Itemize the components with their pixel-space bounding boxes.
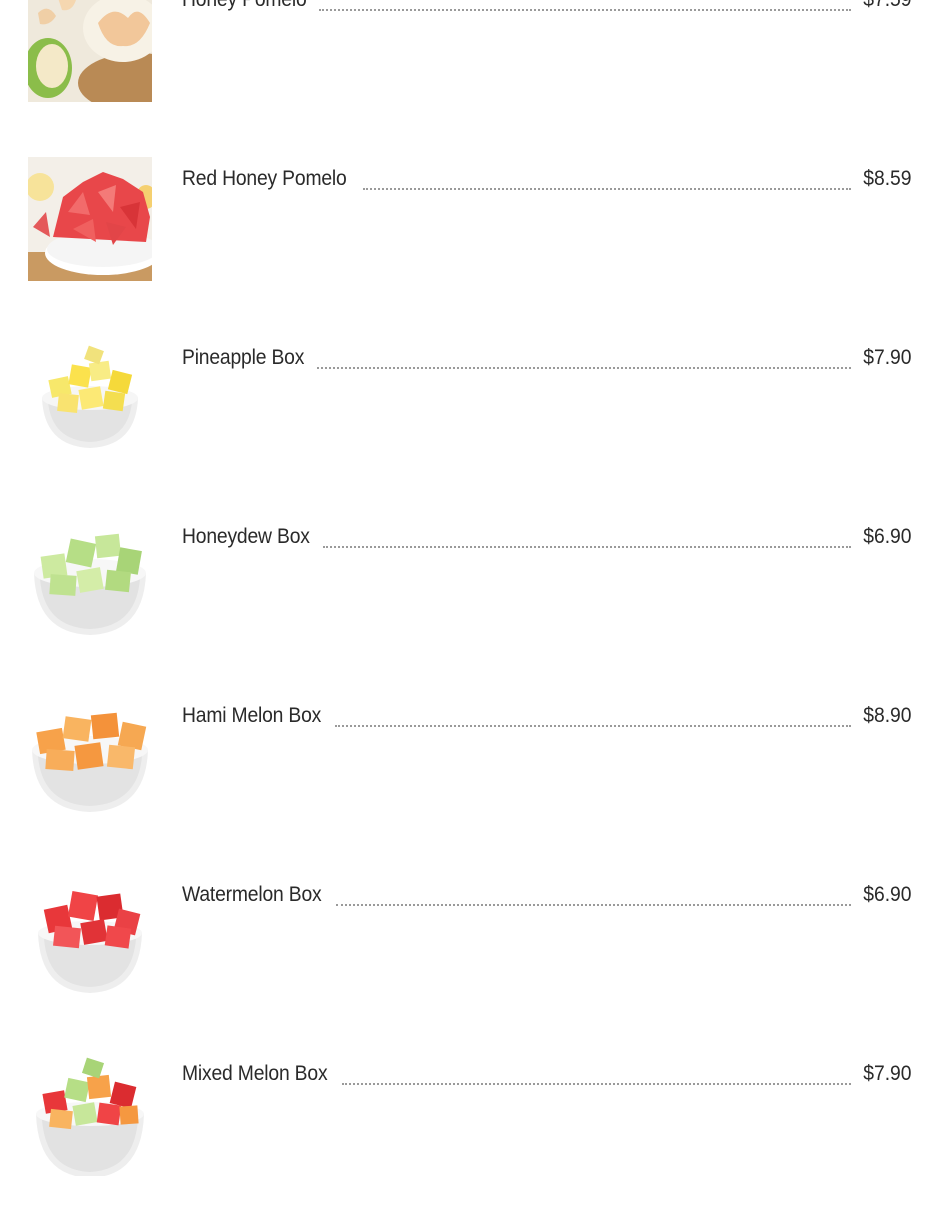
menu-item-name: Pineapple Box <box>182 346 305 369</box>
menu-item-price: $8.90 <box>863 704 912 727</box>
menu-item-price: $7.59 <box>864 0 912 20</box>
menu-item[interactable]: Red Honey Pomelo $8.59 <box>0 157 945 336</box>
watermelon-box-photo <box>28 873 152 997</box>
dotted-leader <box>319 8 852 11</box>
dotted-leader <box>342 1082 852 1085</box>
menu-item[interactable]: Pineapple Box $7.90 <box>0 336 945 515</box>
menu-item-row: Mixed Melon Box $7.90 <box>182 1054 912 1094</box>
mixed-melon-box-photo <box>28 1052 152 1176</box>
dotted-leader <box>322 545 852 548</box>
hami-melon-box-photo <box>28 694 152 818</box>
honey-pomelo-photo <box>28 0 152 102</box>
menu-item[interactable]: Hami Melon Box $8.90 <box>0 694 945 873</box>
menu-item-price: $7.90 <box>863 1062 912 1085</box>
menu-item-price: $7.90 <box>863 346 912 369</box>
menu-item-price: $8.59 <box>863 167 912 190</box>
menu-item-price: $6.90 <box>863 525 912 548</box>
menu-item-name: Red Honey Pomelo <box>182 167 347 190</box>
menu-item-name: Mixed Melon Box <box>182 1062 328 1085</box>
menu-item-name: Watermelon Box <box>182 883 322 906</box>
menu-item-row: Pineapple Box $7.90 <box>182 338 912 378</box>
dotted-leader <box>316 366 852 369</box>
menu-item-row: Watermelon Box $6.90 <box>182 875 912 915</box>
menu-item-row: Hami Melon Box $8.90 <box>182 696 912 736</box>
menu-item[interactable]: Mixed Melon Box $7.90 <box>0 1052 945 1231</box>
menu-item-name: Honey Pomelo <box>182 0 307 20</box>
menu-item-name: Hami Melon Box <box>182 704 322 727</box>
dotted-leader <box>335 724 852 727</box>
menu-item-name: Honeydew Box <box>182 525 310 548</box>
honeydew-box-photo <box>28 515 152 639</box>
menu-item-row: Red Honey Pomelo $8.59 <box>182 159 912 199</box>
pineapple-box-photo <box>28 336 152 460</box>
red-honey-pomelo-photo <box>28 157 152 281</box>
dotted-leader <box>362 187 852 190</box>
menu-item[interactable]: Watermelon Box $6.90 <box>0 873 945 1052</box>
dotted-leader <box>335 903 852 906</box>
menu-item[interactable]: Honeydew Box $6.90 <box>0 515 945 694</box>
menu-item-row: Honeydew Box $6.90 <box>182 517 912 557</box>
menu-list: Honey Pomelo $7.59 R <box>0 0 945 1231</box>
menu-item-row: Honey Pomelo $7.59 <box>182 0 912 20</box>
menu-item[interactable]: Honey Pomelo $7.59 <box>0 0 945 157</box>
menu-item-price: $6.90 <box>863 883 912 906</box>
